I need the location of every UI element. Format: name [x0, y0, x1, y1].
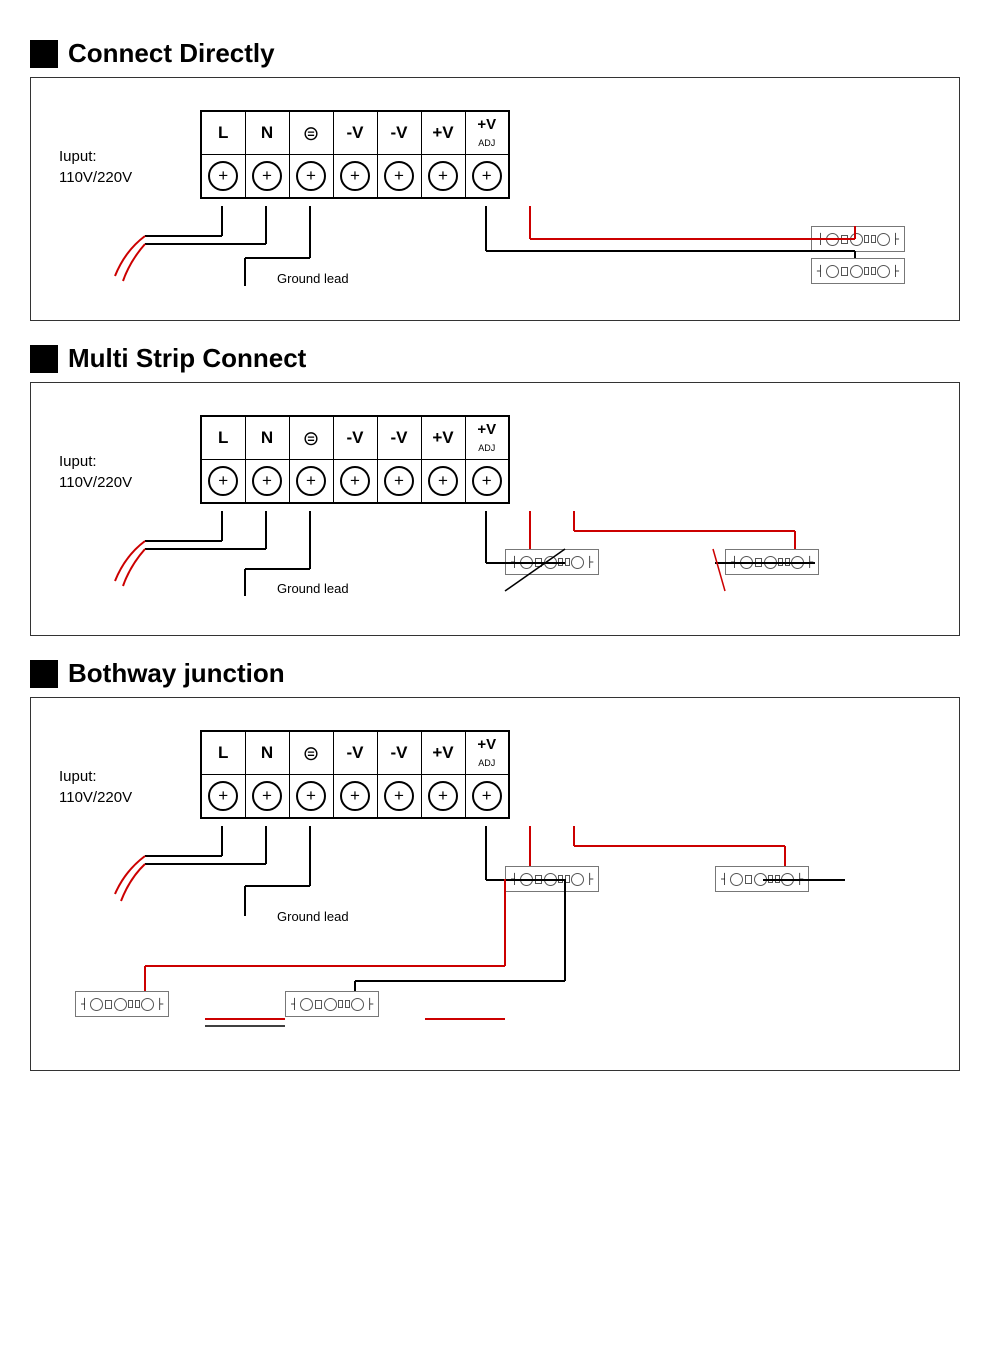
ground-lead-3: Ground lead	[277, 909, 349, 924]
section1-icon	[30, 40, 58, 68]
led-strip-3c: ┤ ├	[75, 991, 169, 1017]
section1-title: Connect Directly	[68, 38, 275, 69]
terminal-block-2: L N ⊜ -V -V +V +VADJ + + +	[200, 415, 510, 504]
led-strip-1b: ┤ ├	[811, 258, 905, 284]
section2-header: Multi Strip Connect	[30, 343, 960, 374]
led-strip-2b: ┤ ├	[725, 549, 819, 575]
led-strip-3b: ┤ ├	[715, 866, 809, 892]
input-label-1: Iuput: 110V/220V	[59, 146, 132, 188]
terminal-block-3: L N ⊜ -V -V +V +VADJ + + +	[200, 730, 510, 819]
ground-lead-2: Ground lead	[277, 581, 349, 596]
section3-icon	[30, 660, 58, 688]
section3-header: Bothway junction	[30, 658, 960, 689]
input-label-3: Iuput:110V/220V	[59, 766, 132, 808]
led-strip-3a: ┤ ├	[505, 866, 599, 892]
diagram1: Iuput: 110V/220V L N ⊜ -V -V +V +VADJ +	[30, 77, 960, 321]
section3-title: Bothway junction	[68, 658, 285, 689]
section2-icon	[30, 345, 58, 373]
input-label-2: Iuput:110V/220V	[59, 451, 132, 493]
section1-header: Connect Directly	[30, 38, 960, 69]
ground-lead-1: Ground lead	[277, 271, 349, 286]
terminal-block-1: L N ⊜ -V -V +V +VADJ + + +	[200, 110, 510, 199]
section2-title: Multi Strip Connect	[68, 343, 306, 374]
led-strip-3d: ┤ ├	[285, 991, 379, 1017]
diagram2: Iuput:110V/220V L N ⊜ -V -V +V +VADJ +	[30, 382, 960, 636]
diagram3: Iuput:110V/220V L N ⊜ -V -V +V +VADJ +	[30, 697, 960, 1071]
led-strip-1a: ┤ ├	[811, 226, 905, 252]
led-strip-2a: ┤ ├	[505, 549, 599, 575]
